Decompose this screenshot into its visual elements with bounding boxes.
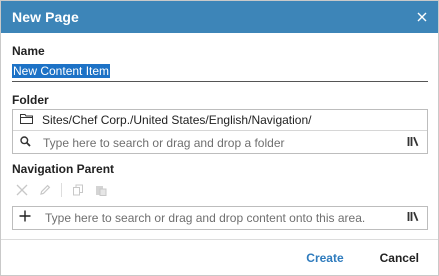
name-input-underline bbox=[12, 81, 428, 82]
folder-search-input[interactable] bbox=[43, 135, 407, 150]
navigation-parent-toolbar bbox=[14, 182, 109, 198]
library-icon[interactable] bbox=[407, 209, 419, 227]
navigation-parent-label: Navigation Parent bbox=[12, 162, 115, 176]
toolbar-divider bbox=[61, 183, 62, 197]
paste-icon[interactable] bbox=[93, 182, 109, 198]
dialog-title: New Page bbox=[12, 9, 79, 25]
folder-label: Folder bbox=[12, 93, 49, 107]
close-icon[interactable] bbox=[415, 10, 429, 24]
copy-icon[interactable] bbox=[70, 182, 86, 198]
edit-icon[interactable] bbox=[37, 182, 53, 198]
library-icon[interactable] bbox=[407, 134, 419, 152]
name-label: Name bbox=[12, 44, 45, 58]
create-button[interactable]: Create bbox=[306, 251, 343, 265]
folder-search-row bbox=[13, 130, 427, 154]
folder-icon bbox=[20, 111, 33, 129]
dialog-footer: Create Cancel bbox=[1, 239, 438, 275]
navigation-parent-search-input[interactable] bbox=[45, 211, 407, 225]
dialog-titlebar: New Page bbox=[1, 1, 438, 33]
search-icon bbox=[20, 134, 31, 152]
cancel-button[interactable]: Cancel bbox=[380, 251, 419, 265]
folder-field: Sites/Chef Corp./United States/English/N… bbox=[12, 109, 428, 154]
remove-icon[interactable] bbox=[14, 182, 30, 198]
folder-path: Sites/Chef Corp./United States/English/N… bbox=[42, 112, 312, 127]
navigation-parent-field bbox=[12, 206, 428, 230]
plus-icon[interactable] bbox=[19, 209, 31, 227]
new-page-dialog: New Page Name New Content Item Folder Si… bbox=[0, 0, 439, 276]
folder-path-row[interactable]: Sites/Chef Corp./United States/English/N… bbox=[13, 110, 427, 129]
name-input[interactable]: New Content Item bbox=[12, 64, 111, 78]
